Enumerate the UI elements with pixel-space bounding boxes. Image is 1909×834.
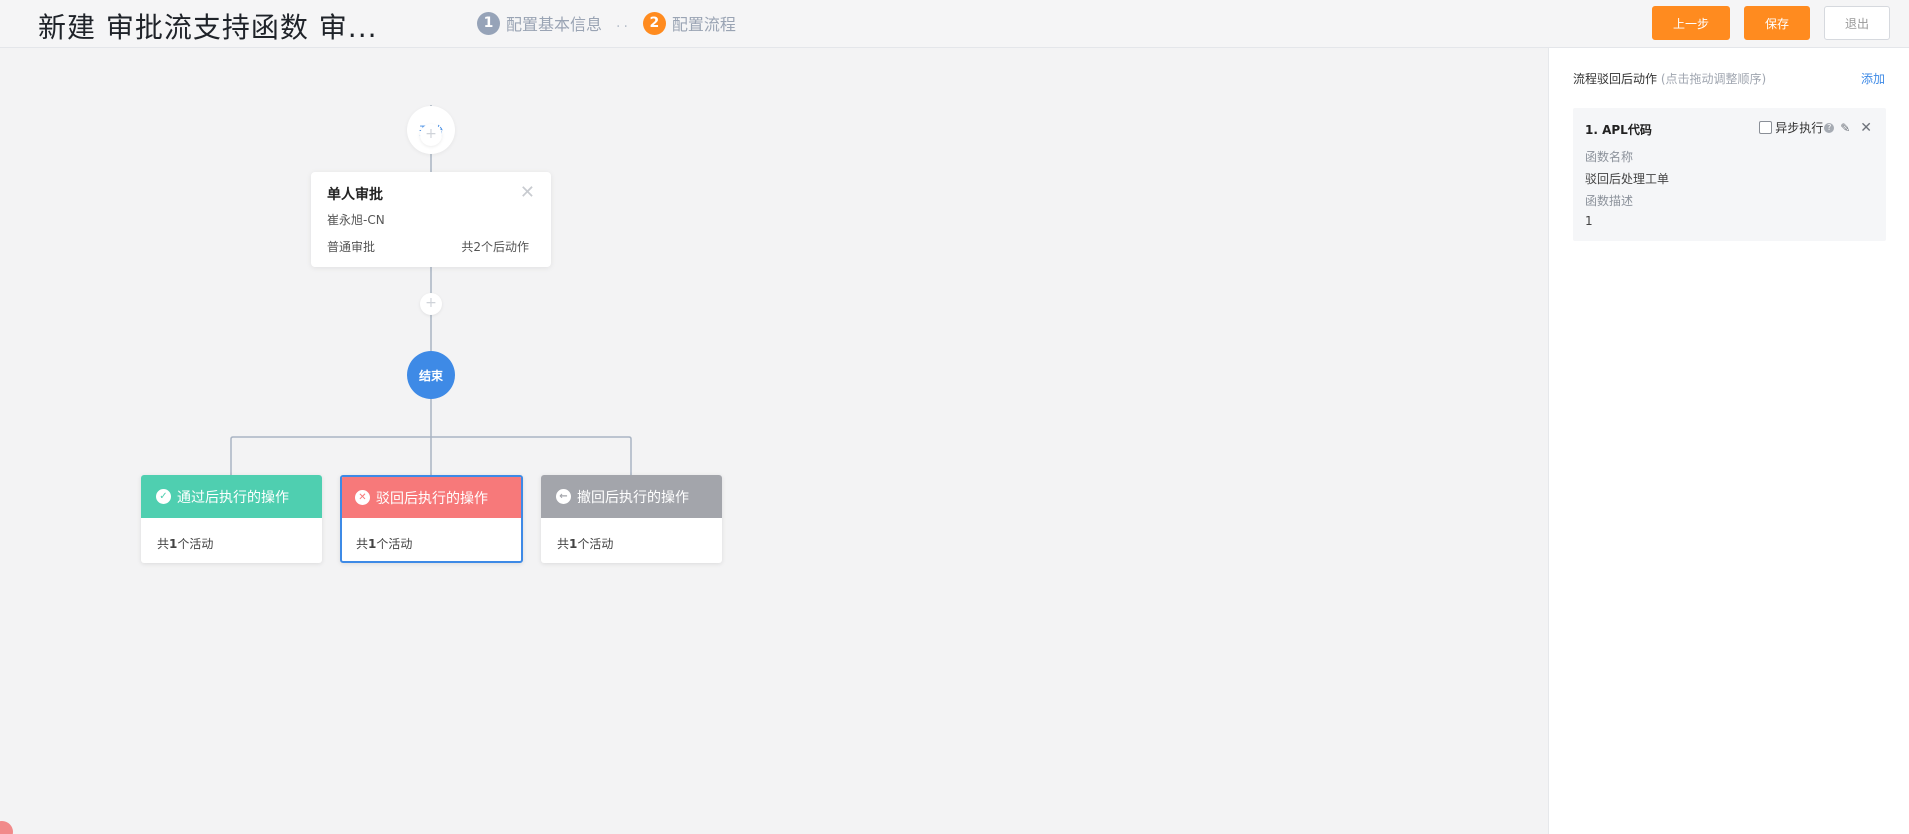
reject-action-count: 共1个活动 [356, 537, 413, 551]
function-tools: 异步执行 ? ✎ ✕ [1759, 119, 1872, 136]
action-config-panel: 流程驳回后动作 (点击拖动调整顺序) 添加 1. APL代码 异步执行 ? ✎ … [1548, 48, 1909, 834]
step-indicator: 1 配置基本信息 .. 2 配置流程 [477, 11, 736, 35]
x-circle-icon: ✕ [355, 490, 370, 505]
withdraw-action-header: ← 撤回后执行的操作 [541, 475, 722, 518]
withdraw-action-card[interactable]: ← 撤回后执行的操作 共1个活动 [541, 475, 722, 563]
function-title: 1. APL代码 [1585, 123, 1652, 137]
close-icon[interactable]: ✕ [520, 182, 535, 203]
step-1[interactable]: 1 配置基本信息 [477, 11, 602, 35]
function-name-value: 驳回后处理工单 [1585, 172, 1670, 186]
end-node[interactable]: 结束 [407, 351, 455, 399]
flow-canvas[interactable]: 开始 + 单人审批 ✕ 崔永旭-CN 普通审批 共2个后动作 + 结束 ✓ 通过… [0, 49, 1548, 834]
approval-node-title: 单人审批 [327, 187, 383, 203]
async-label: 异步执行 [1775, 121, 1824, 135]
panel-title: 流程驳回后动作 (点击拖动调整顺序) [1573, 70, 1766, 87]
save-button[interactable]: 保存 [1744, 6, 1810, 40]
async-checkbox[interactable] [1759, 121, 1773, 134]
withdraw-action-count: 共1个活动 [557, 537, 614, 551]
step-1-number: 1 [477, 11, 500, 35]
approver-name: 崔永旭-CN [327, 213, 385, 227]
add-action-link[interactable]: 添加 [1861, 70, 1885, 87]
reject-action-header: ✕ 驳回后执行的操作 [342, 477, 521, 518]
panel-hint: (点击拖动调整顺序) [1660, 72, 1767, 86]
approval-node[interactable]: 单人审批 ✕ 崔永旭-CN 普通审批 共2个后动作 [311, 172, 551, 267]
step-2[interactable]: 2 配置流程 [642, 11, 736, 35]
approval-type: 普通审批 [327, 240, 376, 254]
function-name-label: 函数名称 [1585, 150, 1634, 164]
pass-action-label: 通过后执行的操作 [177, 489, 289, 506]
pass-action-count: 共1个活动 [157, 537, 214, 551]
function-desc-value: 1 [1585, 214, 1593, 228]
step-separator: .. [616, 15, 631, 31]
top-header: 新建 审批流支持函数 审... 1 配置基本信息 .. 2 配置流程 上一步 保… [0, 0, 1909, 48]
step-2-number: 2 [642, 11, 666, 35]
reject-action-label: 驳回后执行的操作 [376, 490, 488, 507]
pass-action-header: ✓ 通过后执行的操作 [141, 475, 322, 518]
step-1-label: 配置基本信息 [506, 15, 603, 34]
add-node-icon[interactable]: + [420, 293, 442, 315]
check-circle-icon: ✓ [156, 489, 171, 504]
step-2-label: 配置流程 [671, 15, 736, 34]
undo-circle-icon: ← [556, 489, 571, 504]
pass-action-card[interactable]: ✓ 通过后执行的操作 共1个活动 [141, 475, 322, 563]
add-node-icon[interactable]: + [420, 124, 442, 146]
prev-step-button[interactable]: 上一步 [1652, 6, 1730, 40]
close-icon[interactable]: ✕ [1860, 120, 1872, 136]
post-actions-count: 共2个后动作 [461, 240, 529, 254]
page-title: 新建 审批流支持函数 审... [38, 11, 378, 44]
exit-button[interactable]: 退出 [1824, 6, 1890, 40]
panel-title-text: 流程驳回后动作 [1573, 72, 1658, 86]
function-card[interactable]: 1. APL代码 异步执行 ? ✎ ✕ 函数名称 驳回后处理工单 函数描述 1 [1573, 108, 1886, 241]
reject-action-card[interactable]: ✕ 驳回后执行的操作 共1个活动 [340, 475, 523, 563]
edit-icon[interactable]: ✎ [1840, 121, 1850, 135]
function-desc-label: 函数描述 [1585, 194, 1634, 208]
help-icon[interactable]: ? [1824, 122, 1835, 133]
withdraw-action-label: 撤回后执行的操作 [577, 489, 689, 506]
flow-connectors [230, 105, 632, 475]
